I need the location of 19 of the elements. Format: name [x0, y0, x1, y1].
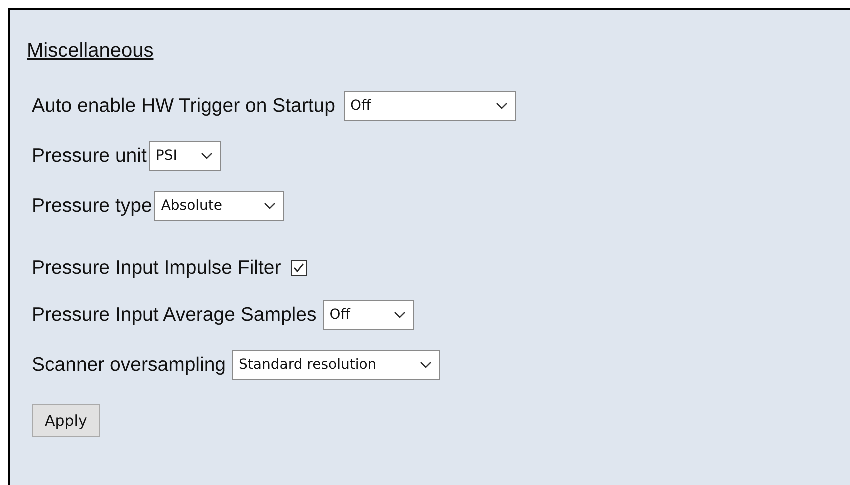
dropdown[interactable]: Absolute — [154, 191, 284, 221]
chevron-down-icon — [496, 102, 508, 110]
dropdown[interactable]: Standard resolution — [232, 350, 440, 380]
section-title: Miscellaneous — [27, 40, 154, 63]
chevron-down-icon — [264, 202, 276, 210]
dropdown[interactable]: Off — [322, 300, 414, 330]
checkbox[interactable] — [291, 260, 308, 276]
setting-label: Pressure type — [32, 194, 152, 218]
setting-label: Pressure unit — [32, 144, 147, 168]
setting-label: Pressure Input Impulse Filter — [32, 256, 282, 280]
chevron-down-icon — [394, 311, 406, 319]
chevron-down-icon — [420, 361, 432, 369]
setting-label: Pressure Input Average Samples — [32, 304, 317, 326]
apply-button[interactable]: Apply — [32, 404, 100, 437]
chevron-down-icon — [200, 152, 213, 160]
setting-label: Scanner oversampling — [32, 354, 226, 376]
setting-label: Auto enable HW Trigger on Startup — [32, 94, 336, 118]
dropdown[interactable]: Off — [344, 91, 516, 121]
dropdown[interactable]: PSI — [148, 141, 221, 171]
